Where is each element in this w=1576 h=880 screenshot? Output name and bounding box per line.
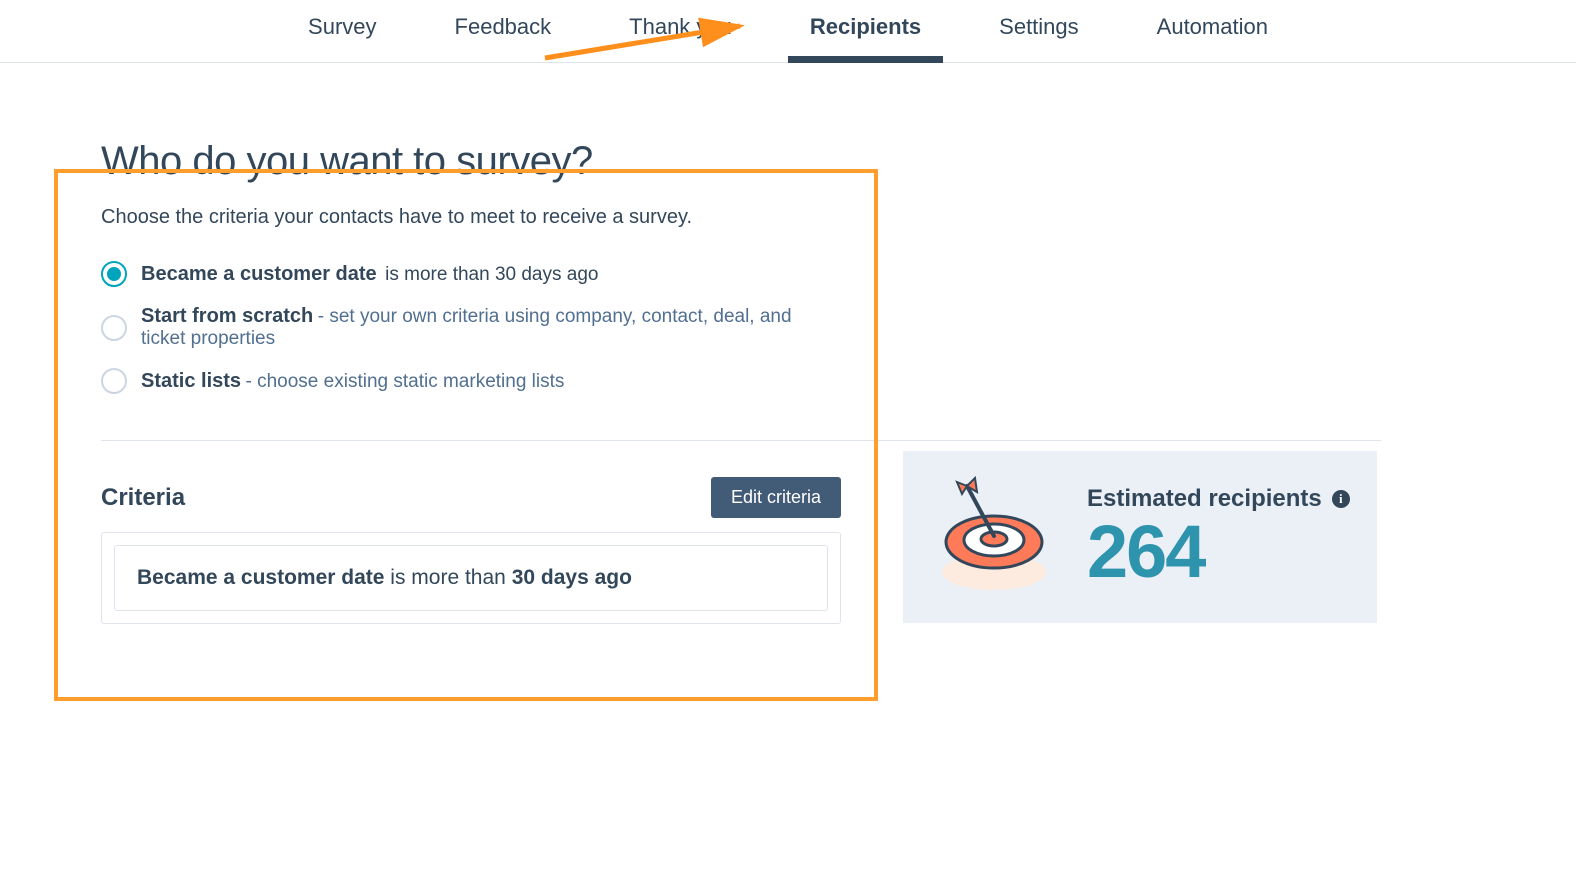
- radio-icon: [101, 368, 127, 394]
- criteria-section: Criteria Edit criteria Became a customer…: [101, 477, 841, 624]
- tab-survey[interactable]: Survey: [308, 10, 376, 62]
- option-start-from-scratch[interactable]: Start from scratch - set your own criter…: [101, 305, 841, 350]
- tab-feedback[interactable]: Feedback: [455, 10, 552, 62]
- tab-thank-you[interactable]: Thank you: [629, 10, 732, 62]
- option-label: Became a customer date: [141, 263, 377, 285]
- criteria-section-title: Criteria: [101, 484, 185, 512]
- option-static-lists[interactable]: Static lists - choose existing static ma…: [101, 368, 841, 394]
- edit-criteria-button[interactable]: Edit criteria: [711, 477, 841, 518]
- estimated-recipients-label: Estimated recipients: [1087, 485, 1322, 513]
- info-icon[interactable]: i: [1332, 490, 1350, 508]
- estimated-recipients-count: 264: [1087, 515, 1350, 589]
- radio-icon: [101, 261, 127, 287]
- tab-settings[interactable]: Settings: [999, 10, 1079, 62]
- criteria-field: Became a customer date: [137, 566, 384, 589]
- option-became-a-customer-date[interactable]: Became a customer date is more than 30 d…: [101, 261, 841, 287]
- page-title: Who do you want to survey?: [101, 139, 841, 184]
- criteria-value: 30 days ago: [512, 566, 632, 589]
- page-description: Choose the criteria your contacts have t…: [101, 206, 841, 229]
- tab-automation[interactable]: Automation: [1157, 10, 1268, 62]
- criteria-rule: Became a customer date is more than 30 d…: [114, 545, 828, 611]
- criteria-operator: is more than: [384, 566, 511, 589]
- criteria-type-options: Became a customer date is more than 30 d…: [101, 261, 841, 394]
- option-label: Start from scratch: [141, 305, 313, 327]
- option-description: - choose existing static marketing lists: [246, 371, 565, 392]
- target-icon: [929, 472, 1059, 602]
- main-content: Who do you want to survey? Choose the cr…: [0, 63, 1576, 624]
- radio-icon: [101, 315, 127, 341]
- estimated-recipients-card: Estimated recipients i 264: [903, 451, 1377, 623]
- option-suffix: is more than 30 days ago: [385, 264, 598, 285]
- tab-recipients[interactable]: Recipients: [810, 10, 921, 62]
- section-divider: [101, 440, 1381, 441]
- criteria-card: Became a customer date is more than 30 d…: [101, 532, 841, 624]
- option-label: Static lists: [141, 370, 241, 392]
- wizard-tabs: Survey Feedback Thank you Recipients Set…: [0, 0, 1576, 63]
